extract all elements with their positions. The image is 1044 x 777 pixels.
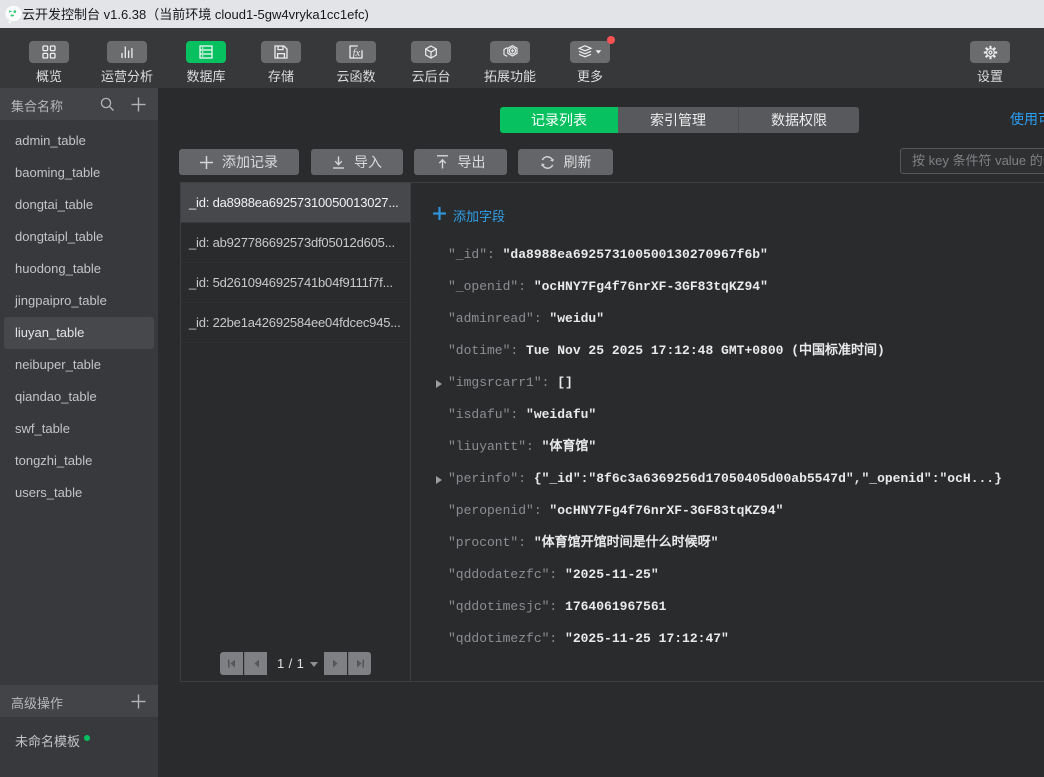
svg-text:fx: fx [353,48,361,59]
